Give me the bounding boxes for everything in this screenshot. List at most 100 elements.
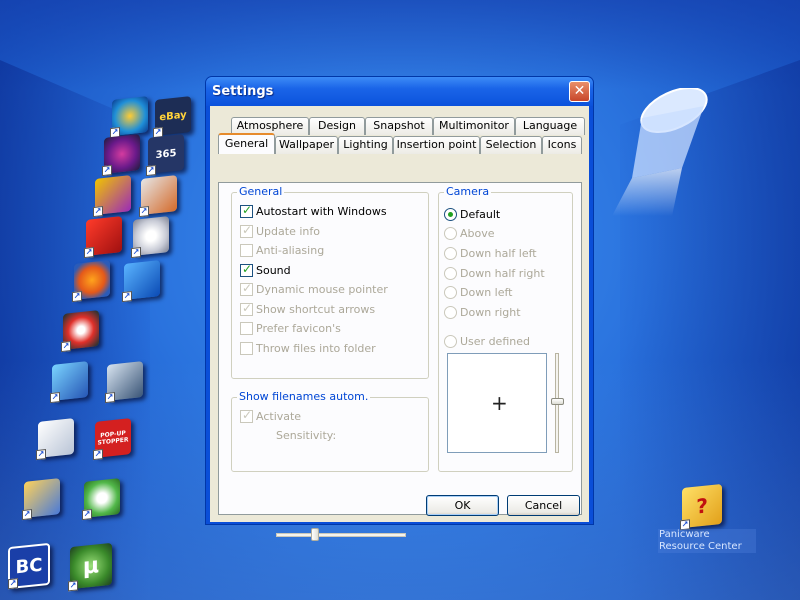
close-button[interactable]: ✕ [569, 81, 590, 102]
shortcut-arrow-icon: ↗ [105, 392, 115, 404]
tab-snapshot[interactable]: Snapshot [365, 117, 433, 135]
crosshair-icon: + [491, 391, 508, 415]
radio-camera-default[interactable]: Default [444, 207, 500, 221]
tab-wallpaper[interactable]: Wallpaper [275, 136, 338, 154]
checkbox-box: ✓ [240, 202, 253, 218]
desktop-icon-red-app[interactable]: ↗ [84, 216, 122, 259]
filenames-group-label: Show filenames autom. [237, 390, 371, 403]
desktop-icon-pen[interactable]: ↗ [139, 175, 177, 218]
desktop-icon-panicware[interactable]: ? ↗ [680, 483, 722, 531]
close-icon: ✕ [573, 83, 586, 99]
checkbox-box [240, 341, 253, 355]
radio-circle [444, 207, 457, 221]
radio-circle [444, 334, 457, 348]
desktop-icon-archive[interactable]: ↗ [22, 478, 60, 521]
ceiling-lamp-icon [612, 88, 708, 216]
checkmark-icon: ✓ [242, 300, 253, 315]
utorrent-logo-icon: µ [82, 552, 100, 580]
checkbox-box: ✓ [240, 408, 253, 423]
checkbox-activate[interactable]: ✓ Activate [240, 408, 302, 423]
desktop-icon-cd[interactable]: ↗ [131, 216, 169, 259]
radio-camera-user-defined[interactable]: User defined [444, 334, 530, 348]
ebay-logo-icon: eBay [159, 109, 187, 123]
general-group-label: General [237, 185, 285, 198]
shortcut-arrow-icon: ↗ [8, 578, 18, 590]
radio-label: Down right [460, 305, 521, 319]
checkbox-label: Dynamic mouse pointer [256, 282, 388, 296]
general-tab-panel: General ✓ Autostart with Windows ✓ Updat… [218, 182, 582, 541]
checkbox-prefer-favicons[interactable]: Prefer favicon's [240, 321, 341, 335]
settings-dialog: Settings ✕ Atmosphere Design Snapshot Mu… [205, 76, 594, 541]
checkbox-show-shortcut-arrows[interactable]: ✓ Show shortcut arrows [240, 300, 375, 316]
checkbox-label: Throw files into folder [256, 341, 376, 355]
camera-preview[interactable]: + [447, 353, 547, 453]
cancel-button[interactable]: Cancel [507, 495, 580, 516]
checkbox-throw-files-into-folder[interactable]: Throw files into folder [240, 341, 376, 355]
checkbox-anti-aliasing[interactable]: Anti-aliasing [240, 243, 324, 257]
desktop-icon-ebay[interactable]: eBay ↗ [153, 96, 191, 139]
shortcut-arrow-icon: ↗ [68, 580, 78, 592]
radio-camera-above[interactable]: Above [444, 226, 495, 240]
tab-multimonitor[interactable]: Multimonitor [433, 117, 515, 135]
tab-lighting[interactable]: Lighting [338, 136, 393, 154]
checkbox-box: ✓ [240, 262, 253, 277]
desktop-icon-transfer[interactable]: ↗ [122, 260, 160, 303]
desktop-icon-firefox[interactable]: ↗ [72, 260, 110, 303]
sensitivity-slider-track[interactable] [276, 533, 406, 537]
tab-language[interactable]: Language [515, 117, 585, 135]
radio-label: Down half right [460, 266, 545, 280]
radio-camera-down-right[interactable]: Down right [444, 305, 521, 319]
desktop-icon-utility[interactable]: ↗ [93, 175, 131, 218]
tab-insertion-point[interactable]: Insertion point [393, 136, 480, 154]
radio-camera-down-left[interactable]: Down left [444, 285, 512, 299]
radio-circle [444, 266, 457, 280]
checkbox-label: Activate [256, 409, 302, 423]
desktop-icon-recycle[interactable]: ↗ [82, 478, 120, 521]
desktop-icon-floppy[interactable]: ↗ [50, 361, 88, 404]
checkbox-dynamic-mouse-pointer[interactable]: ✓ Dynamic mouse pointer [240, 281, 388, 296]
shortcut-arrow-icon: ↗ [93, 206, 103, 218]
camera-group-label: Camera [444, 185, 492, 198]
shortcut-arrow-icon: ↗ [93, 449, 103, 461]
tab-design[interactable]: Design [309, 117, 365, 135]
radio-camera-down-half-left[interactable]: Down half left [444, 246, 537, 260]
checkbox-label: Anti-aliasing [256, 243, 325, 257]
desktop-icon-monitor[interactable]: ↗ [105, 361, 143, 404]
tab-icons[interactable]: Icons [542, 136, 582, 154]
shortcut-arrow-icon: ↗ [122, 291, 132, 303]
popup-stopper-icon: POP-UP STOPPER [97, 429, 129, 447]
calendar-icon: 365 [155, 147, 177, 161]
sensitivity-slider-thumb[interactable] [311, 528, 319, 541]
checkbox-label: Update info [256, 224, 320, 238]
camera-height-slider-thumb[interactable] [551, 398, 564, 405]
shortcut-arrow-icon: ↗ [84, 247, 94, 259]
shortcut-arrow-icon: ↗ [102, 165, 112, 177]
radio-label: Above [460, 226, 495, 240]
tab-general[interactable]: General [218, 133, 275, 154]
radio-camera-down-half-right[interactable]: Down half right [444, 266, 545, 280]
desktop-icon-media[interactable]: ↗ [102, 134, 140, 177]
checkbox-sound[interactable]: ✓ Sound [240, 262, 291, 277]
desktop-icon-popup-stopper[interactable]: POP-UP STOPPER ↗ [93, 418, 131, 461]
desktop-icon-pinwheel[interactable]: ↗ [110, 96, 148, 139]
panicware-label[interactable]: Panicware Resource Center [658, 529, 756, 553]
desktop-icon-window[interactable]: ↗ [36, 418, 74, 461]
shortcut-arrow-icon: ↗ [50, 392, 60, 404]
desktop-icon-calendar[interactable]: 365 ↗ [146, 134, 184, 177]
checkbox-label: Prefer favicon's [256, 321, 341, 335]
checkbox-update-info[interactable]: ✓ Update info [240, 223, 320, 238]
checkbox-box: ✓ [240, 223, 253, 238]
desktop-icon-bc[interactable]: BC ↗ [8, 542, 50, 590]
shortcut-arrow-icon: ↗ [72, 291, 82, 303]
desktop-icon-flame[interactable]: ↗ [61, 310, 99, 353]
tab-selection[interactable]: Selection [480, 136, 542, 154]
ok-button[interactable]: OK [426, 495, 499, 516]
title-bar[interactable]: Settings ✕ [206, 77, 593, 106]
checkbox-box [240, 243, 253, 257]
shortcut-arrow-icon: ↗ [131, 247, 141, 259]
checkmark-icon: ✓ [242, 202, 253, 217]
desktop-icon-utorrent[interactable]: µ ↗ [68, 542, 112, 592]
checkbox-autostart[interactable]: ✓ Autostart with Windows [240, 202, 387, 218]
checkbox-box: ✓ [240, 300, 253, 316]
radio-label: Default [460, 207, 501, 221]
